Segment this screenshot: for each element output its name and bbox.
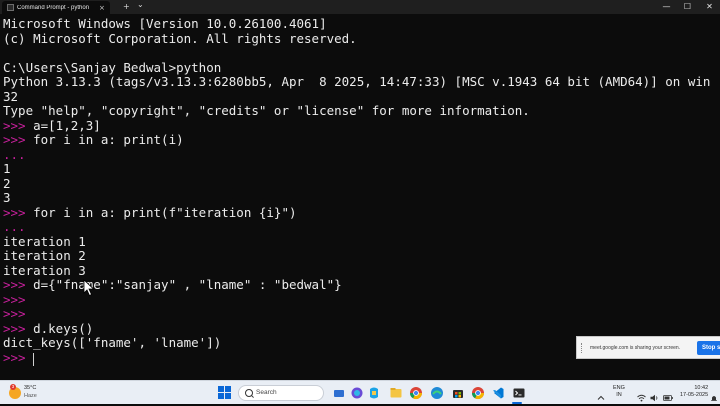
close-window-button[interactable]: ✕ [699, 0, 720, 14]
widgets-icon[interactable] [332, 386, 346, 400]
taskbar: 3 35°C Haze Search ENG IN 10:42 17-05-20… [0, 380, 720, 404]
terminal-line-text: d.keys() [25, 320, 94, 336]
title-bar: Command Prompt - python × + ⌄ — ☐ ✕ [0, 0, 720, 14]
terminal-line-text: 2 [3, 175, 11, 191]
continuation-prompt: ... [3, 219, 26, 234]
terminal-line: iteration 1 [3, 234, 86, 249]
vscode-icon[interactable] [491, 386, 505, 400]
clock[interactable]: 10:42 17-05-2025 [680, 385, 708, 399]
language-code: ENG [613, 385, 625, 391]
terminal-line: 3 [3, 190, 11, 205]
weather-badge: 3 [10, 384, 16, 390]
terminal-line-text: (c) Microsoft Corporation. All rights re… [3, 30, 357, 46]
terminal-line-text: Microsoft Windows [Version 10.0.26100.40… [3, 16, 327, 31]
tab-close-button[interactable]: × [99, 4, 105, 12]
terminal-line: >>> for i in a: print(i) [3, 132, 184, 147]
terminal-line: >>> [3, 350, 33, 365]
terminal-line-text: C:\Users\Sanjay Bedwal>python [3, 59, 222, 75]
terminal-line: dict_keys(['fname', 'lname']) [3, 335, 221, 350]
search-icon [245, 389, 253, 397]
terminal-line-text [26, 350, 34, 365]
region-code: IN [616, 392, 622, 398]
stop-sharing-button[interactable]: Stop sh [697, 341, 720, 355]
python-prompt: >>> [3, 306, 26, 321]
terminal-line-text: for i in a: print(i) [25, 132, 184, 147]
python-prompt: >>> [3, 204, 26, 220]
terminal-line-text: for i in a: print(f"iteration {i}") [25, 204, 297, 220]
maximize-button[interactable]: ☐ [677, 0, 698, 14]
weather-temperature: 35°C [24, 385, 37, 391]
terminal-line: 1 [3, 161, 11, 176]
terminal-line: ... [3, 219, 26, 234]
store-icon[interactable] [451, 386, 465, 400]
terminal-line: >>> d.keys() [3, 321, 93, 336]
text-cursor [33, 353, 34, 366]
file-explorer-icon[interactable] [389, 386, 403, 400]
python-prompt: >>> [3, 320, 26, 336]
copilot-icon[interactable] [367, 386, 381, 400]
language-indicator[interactable]: ENG IN [613, 385, 625, 399]
terminal-line: Microsoft Windows [Version 10.0.26100.40… [3, 16, 327, 31]
start-icon[interactable] [218, 386, 231, 399]
terminal-line-text: Python 3.13.3 (tags/v3.13.3:6280bb5, Apr… [3, 74, 711, 89]
terminal-line-text: 1 [3, 161, 11, 176]
terminal-line: iteration 3 [3, 263, 86, 278]
new-tab-button[interactable]: + [123, 1, 130, 13]
clock-time: 10:42 [694, 385, 709, 391]
continuation-prompt: ... [3, 146, 26, 162]
tab-command-prompt[interactable]: Command Prompt - python × [2, 1, 110, 14]
python-prompt: >>> [3, 349, 26, 365]
terminal-line-text: dict_keys(['fname', 'lname']) [3, 335, 222, 350]
mouse-pointer-icon [83, 279, 95, 297]
terminal-line: >>> [3, 306, 26, 321]
search-placeholder: Search [256, 389, 277, 396]
screen-share-notification: meet.google.com is sharing your screen. … [576, 336, 720, 359]
python-prompt: >>> [3, 277, 26, 292]
drag-handle-icon[interactable] [581, 342, 584, 353]
terminal-line-text: iteration 1 [3, 233, 86, 249]
terminal-line-text: Type "help", "copyright", "credits" or "… [3, 103, 530, 118]
terminal-line: Type "help", "copyright", "credits" or "… [3, 103, 530, 118]
terminal-line-text: 3 [3, 190, 11, 205]
share-message: meet.google.com is sharing your screen. [590, 344, 681, 351]
weather-widget[interactable]: 3 35°C Haze [9, 384, 49, 402]
weather-condition: Haze [24, 393, 37, 399]
terminal-line-text: d={"fname":"sanjay" , "lname" : "bedwal"… [25, 277, 342, 292]
wifi-icon[interactable] [637, 387, 646, 402]
terminal-line: 32 [3, 89, 18, 104]
terminal-line: ... [3, 147, 26, 162]
terminal-line: >>> for i in a: print(f"iteration {i}") [3, 205, 297, 220]
tab-dropdown-button[interactable]: ⌄ [137, 0, 144, 11]
clock-date: 17-05-2025 [680, 392, 709, 398]
notification-bell-icon[interactable] [710, 387, 718, 401]
terminal-line: >>> d={"fname":"sanjay" , "lname" : "bed… [3, 277, 342, 292]
terminal-output[interactable]: Microsoft Windows [Version 10.0.26100.40… [0, 14, 720, 380]
minimize-button[interactable]: — [656, 0, 677, 14]
chrome-icon[interactable] [471, 386, 485, 400]
chrome-icon[interactable] [409, 386, 423, 400]
terminal-line-text: iteration 3 [3, 262, 86, 278]
tab-title: Command Prompt - python [17, 4, 90, 11]
terminal-tab-icon [7, 4, 14, 11]
terminal-line: iteration 2 [3, 248, 86, 263]
taskbar-search[interactable]: Search [238, 385, 324, 401]
python-prompt: >>> [3, 291, 26, 307]
terminal-line-text: a=[1,2,3] [25, 117, 101, 133]
copilot-icon[interactable] [350, 386, 364, 400]
terminal-line: C:\Users\Sanjay Bedwal>python [3, 60, 221, 75]
terminal-line-text: iteration 2 [3, 248, 86, 263]
chevron-up-icon[interactable] [597, 387, 605, 400]
terminal-icon[interactable] [512, 386, 526, 400]
terminal-line: >>> [3, 292, 26, 307]
volume-icon[interactable] [650, 387, 658, 402]
terminal-line: (c) Microsoft Corporation. All rights re… [3, 31, 357, 46]
battery-icon[interactable] [663, 387, 673, 401]
python-prompt: >>> [3, 117, 26, 133]
terminal-line: 2 [3, 176, 11, 191]
terminal-line: >>> a=[1,2,3] [3, 118, 101, 133]
terminal-line: Python 3.13.3 (tags/v3.13.3:6280bb5, Apr… [3, 74, 710, 89]
edge-icon[interactable] [430, 386, 444, 400]
python-prompt: >>> [3, 132, 26, 147]
terminal-line-text: 32 [3, 88, 19, 104]
